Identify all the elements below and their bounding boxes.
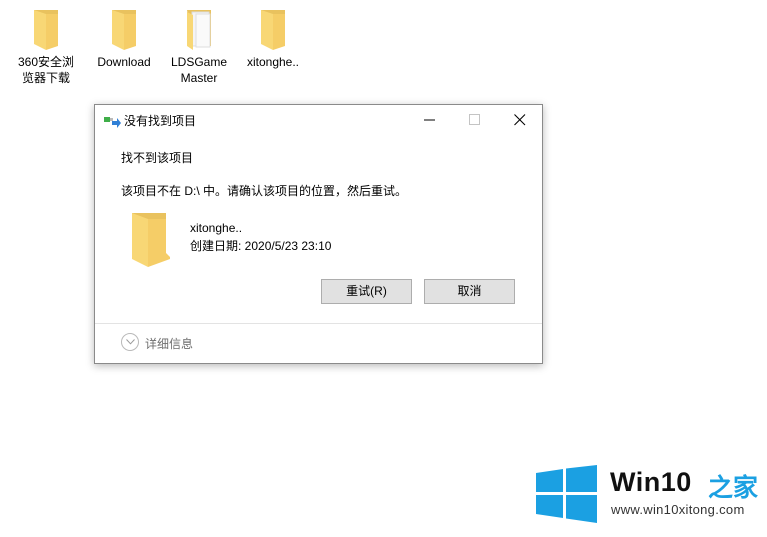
maximize-icon [469, 114, 480, 125]
dialog-title: 没有找到项目 [124, 114, 197, 128]
minimize-icon [424, 119, 435, 121]
dialog-divider [95, 323, 542, 324]
dialog-heading: 找不到该项目 [121, 151, 194, 165]
desktop-icon-xitonghe[interactable]: xitonghe.. [238, 6, 308, 70]
folder-with-documents-icon [183, 6, 215, 50]
desktop-icon-360-browser-download[interactable]: 360安全浏 览器下载 [11, 6, 81, 86]
maximize-button [452, 105, 497, 135]
desktop-icon-label: 360安全浏 [17, 55, 75, 69]
win10-watermark: Win10 之家 www.win10xitong.com [536, 465, 767, 529]
close-icon [514, 114, 526, 126]
item-created-date: 创建日期: 2020/5/23 23:10 [190, 239, 332, 253]
cancel-button[interactable]: 取消 [424, 279, 515, 304]
move-file-icon [104, 115, 122, 128]
dialog-message: 该项目不在 D:\ 中。请确认该项目的位置，然后重试。 [121, 184, 408, 198]
close-button[interactable] [497, 105, 542, 135]
folder-icon [257, 6, 289, 50]
windows-logo-icon [536, 465, 597, 523]
minimize-button[interactable] [407, 105, 452, 135]
details-label: 详细信息 [145, 337, 194, 351]
desktop-icon-label: LDSGame [170, 55, 228, 69]
brand-url: www.win10xitong.com [611, 502, 745, 517]
desktop-icon-download[interactable]: Download [89, 6, 159, 70]
brand-name-cn: 之家 [708, 474, 759, 502]
folder-icon [108, 6, 140, 50]
desktop-icon-label: 览器下载 [21, 71, 70, 85]
folder-icon [130, 211, 172, 272]
folder-icon [30, 6, 62, 50]
desktop-icon-label: xitonghe.. [246, 55, 300, 69]
retry-button[interactable]: 重试(R) [321, 279, 412, 304]
desktop-icon-label: Download [97, 55, 151, 69]
dialog-titlebar[interactable]: 没有找到项目 [95, 105, 542, 135]
brand-name: Win10 [610, 467, 692, 497]
item-not-found-dialog: 没有找到项目 找不到该项目 该项目不在 D:\ 中。请确认该项目的位置，然后重试… [94, 104, 543, 364]
item-name: xitonghe.. [190, 221, 243, 235]
desktop-icon-label: Master [180, 71, 218, 85]
desktop-icon-ldsgame-master[interactable]: LDSGame Master [164, 6, 234, 86]
chevron-down-icon [121, 333, 139, 351]
